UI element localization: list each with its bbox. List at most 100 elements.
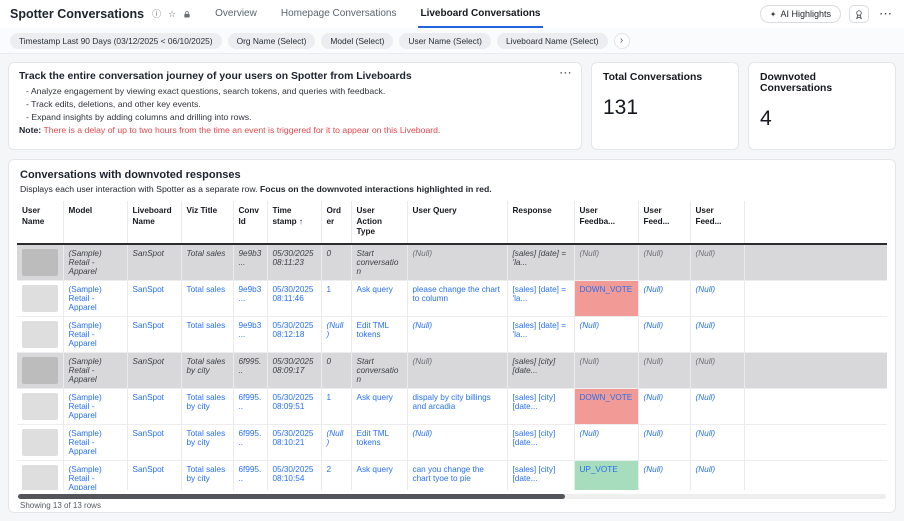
info-icon[interactable]: ⓘ <box>152 10 161 19</box>
cell-viz_title[interactable]: Total sales by city <box>181 424 233 460</box>
cell-timestamp[interactable]: 05/30/2025 08:12:18 <box>267 316 321 352</box>
table-row[interactable]: (Sample) Retail - ApparelSanSpotTotal sa… <box>17 280 887 316</box>
table-section-title: Conversations with downvoted responses <box>20 169 884 181</box>
cell-user_query[interactable]: please change the chart to column <box>407 280 507 316</box>
cell-user_feedback_3: (Null) <box>690 316 744 352</box>
cell-timestamp[interactable]: 05/30/2025 08:10:21 <box>267 424 321 460</box>
cell-conv_id: 6f995... <box>233 352 267 388</box>
cell-user_name <box>17 244 63 281</box>
cell-model: (Sample) Retail - Apparel <box>63 352 127 388</box>
col-liveboard-name[interactable]: Liveboard Name <box>127 201 181 244</box>
cell-conv_id[interactable]: 9e9b3... <box>233 280 267 316</box>
main-content: ⋯ Track the entire conversation journey … <box>0 54 904 521</box>
cell-order: (Null) <box>321 316 351 352</box>
cell-user_feedback_3: (Null) <box>690 352 744 388</box>
tab-liveboard-conversations[interactable]: Liveboard Conversations <box>418 0 542 28</box>
cell-conv_id[interactable]: 9e9b3... <box>233 316 267 352</box>
cell-viz_title[interactable]: Total sales by city <box>181 388 233 424</box>
cell-viz_title[interactable]: Total sales <box>181 280 233 316</box>
col-user-feedback-3[interactable]: User Feed... <box>690 201 744 244</box>
kpi-downvoted-conversations[interactable]: Downvoted Conversations 4 <box>748 62 896 150</box>
table-row[interactable]: (Sample) Retail - ApparelSanSpotTotal sa… <box>17 352 887 388</box>
cell-liveboard_name[interactable]: SanSpot <box>127 316 181 352</box>
redacted-user-avatar <box>22 249 58 276</box>
cell-user_feedback_1: (Null) <box>574 244 638 281</box>
cell-response[interactable]: [sales] [city] [date... <box>507 424 574 460</box>
cell-user_action_type[interactable]: Edit TML tokens <box>351 316 407 352</box>
info-card-more-button[interactable]: ⋯ <box>559 65 572 81</box>
cell-user_query: (Null) <box>407 424 507 460</box>
filter-liveboard-name[interactable]: Liveboard Name (Select) <box>497 33 608 49</box>
redacted-user-avatar <box>22 429 58 456</box>
ai-highlights-label: AI Highlights <box>780 9 831 19</box>
cell-conv_id[interactable]: 6f995... <box>233 388 267 424</box>
cell-response[interactable]: [sales] [city] [date... <box>507 388 574 424</box>
filter-timestamp[interactable]: Timestamp Last 90 Days (03/12/2025 < 06/… <box>10 33 222 49</box>
cell-viz_title[interactable]: Total sales <box>181 316 233 352</box>
note-text: There is a delay of up to two hours from… <box>43 125 440 135</box>
table-row[interactable]: (Sample) Retail - ApparelSanSpotTotal sa… <box>17 316 887 352</box>
cell-response[interactable]: [sales] [date] = 'la... <box>507 280 574 316</box>
cell-user_feedback_3: (Null) <box>690 244 744 281</box>
cell-conv_id[interactable]: 6f995... <box>233 424 267 460</box>
cell-user_feedback_1[interactable]: DOWN_VOTE <box>574 388 638 424</box>
cell-model[interactable]: (Sample) Retail - Apparel <box>63 388 127 424</box>
horizontal-scrollbar[interactable] <box>18 494 886 499</box>
tab-overview[interactable]: Overview <box>213 0 259 28</box>
scrollbar-thumb[interactable] <box>18 494 565 499</box>
col-order[interactable]: Order <box>321 201 351 244</box>
cell-liveboard_name[interactable]: SanSpot <box>127 424 181 460</box>
col-user-query[interactable]: User Query <box>407 201 507 244</box>
title-group: Spotter Conversations ⓘ ☆ <box>10 0 191 28</box>
col-model[interactable]: Model <box>63 201 127 244</box>
cell-user_action_type[interactable]: Edit TML tokens <box>351 424 407 460</box>
cell-user_feedback_2: (Null) <box>638 316 690 352</box>
ai-highlights-button[interactable]: ✦ AI Highlights <box>760 5 841 23</box>
more-menu-button[interactable]: ⋯ <box>877 6 894 22</box>
cell-user_query[interactable]: dispaly by city billings and arcadia <box>407 388 507 424</box>
kpi-total-conversations[interactable]: Total Conversations 131 <box>591 62 739 150</box>
filter-model[interactable]: Model (Select) <box>321 33 393 49</box>
cell-order[interactable]: 1 <box>321 280 351 316</box>
star-icon[interactable]: ☆ <box>168 10 176 19</box>
cell-timestamp[interactable]: 05/30/2025 08:11:46 <box>267 280 321 316</box>
cell-user_feedback_1: (Null) <box>574 424 638 460</box>
cell-liveboard_name[interactable]: SanSpot <box>127 388 181 424</box>
filter-overflow-chevron-icon[interactable]: › <box>614 33 630 49</box>
redacted-user-avatar <box>22 321 58 348</box>
table-row[interactable]: (Sample) Retail - ApparelSanSpotTotal sa… <box>17 244 887 281</box>
col-user-action-type[interactable]: User Action Type <box>351 201 407 244</box>
col-viz-title[interactable]: Viz Title <box>181 201 233 244</box>
cell-order[interactable]: 1 <box>321 388 351 424</box>
col-user-feedback-2[interactable]: User Feed... <box>638 201 690 244</box>
cell-user_action_type[interactable]: Ask query <box>351 388 407 424</box>
sort-ascending-icon: ↑ <box>299 217 303 226</box>
cell-viz_title: Total sales <box>181 244 233 281</box>
filter-org-name[interactable]: Org Name (Select) <box>228 33 316 49</box>
cell-response[interactable]: [sales] [date] = 'la... <box>507 316 574 352</box>
sparkle-icon: ✦ <box>770 10 777 19</box>
cell-user_feedback_1[interactable]: DOWN_VOTE <box>574 280 638 316</box>
badge-button[interactable] <box>849 5 869 23</box>
cell-model[interactable]: (Sample) Retail - Apparel <box>63 316 127 352</box>
cell-user_name <box>17 280 63 316</box>
cell-user_feedback_2: (Null) <box>638 280 690 316</box>
table-row[interactable]: (Sample) Retail - ApparelSanSpotTotal sa… <box>17 424 887 460</box>
tab-homepage-conversations[interactable]: Homepage Conversations <box>279 0 399 28</box>
col-user-feedback-1[interactable]: User Feedba... <box>574 201 638 244</box>
col-user-name[interactable]: User Name <box>17 201 63 244</box>
cell-model[interactable]: (Sample) Retail - Apparel <box>63 424 127 460</box>
cell-user_action_type[interactable]: Ask query <box>351 280 407 316</box>
col-conv-id[interactable]: Conv Id <box>233 201 267 244</box>
lock-icon[interactable] <box>183 10 191 19</box>
tab-bar: Overview Homepage Conversations Liveboar… <box>213 0 542 28</box>
cell-model[interactable]: (Sample) Retail - Apparel <box>63 280 127 316</box>
table-row[interactable]: (Sample) Retail - ApparelSanSpotTotal sa… <box>17 388 887 424</box>
col-response[interactable]: Response <box>507 201 574 244</box>
cell-timestamp: 05/30/2025 08:11:23 <box>267 244 321 281</box>
cell-liveboard_name[interactable]: SanSpot <box>127 280 181 316</box>
filter-user-name[interactable]: User Name (Select) <box>399 33 491 49</box>
col-timestamp[interactable]: Time stamp ↑ <box>267 201 321 244</box>
cell-timestamp[interactable]: 05/30/2025 08:09:51 <box>267 388 321 424</box>
cell-order: 0 <box>321 244 351 281</box>
